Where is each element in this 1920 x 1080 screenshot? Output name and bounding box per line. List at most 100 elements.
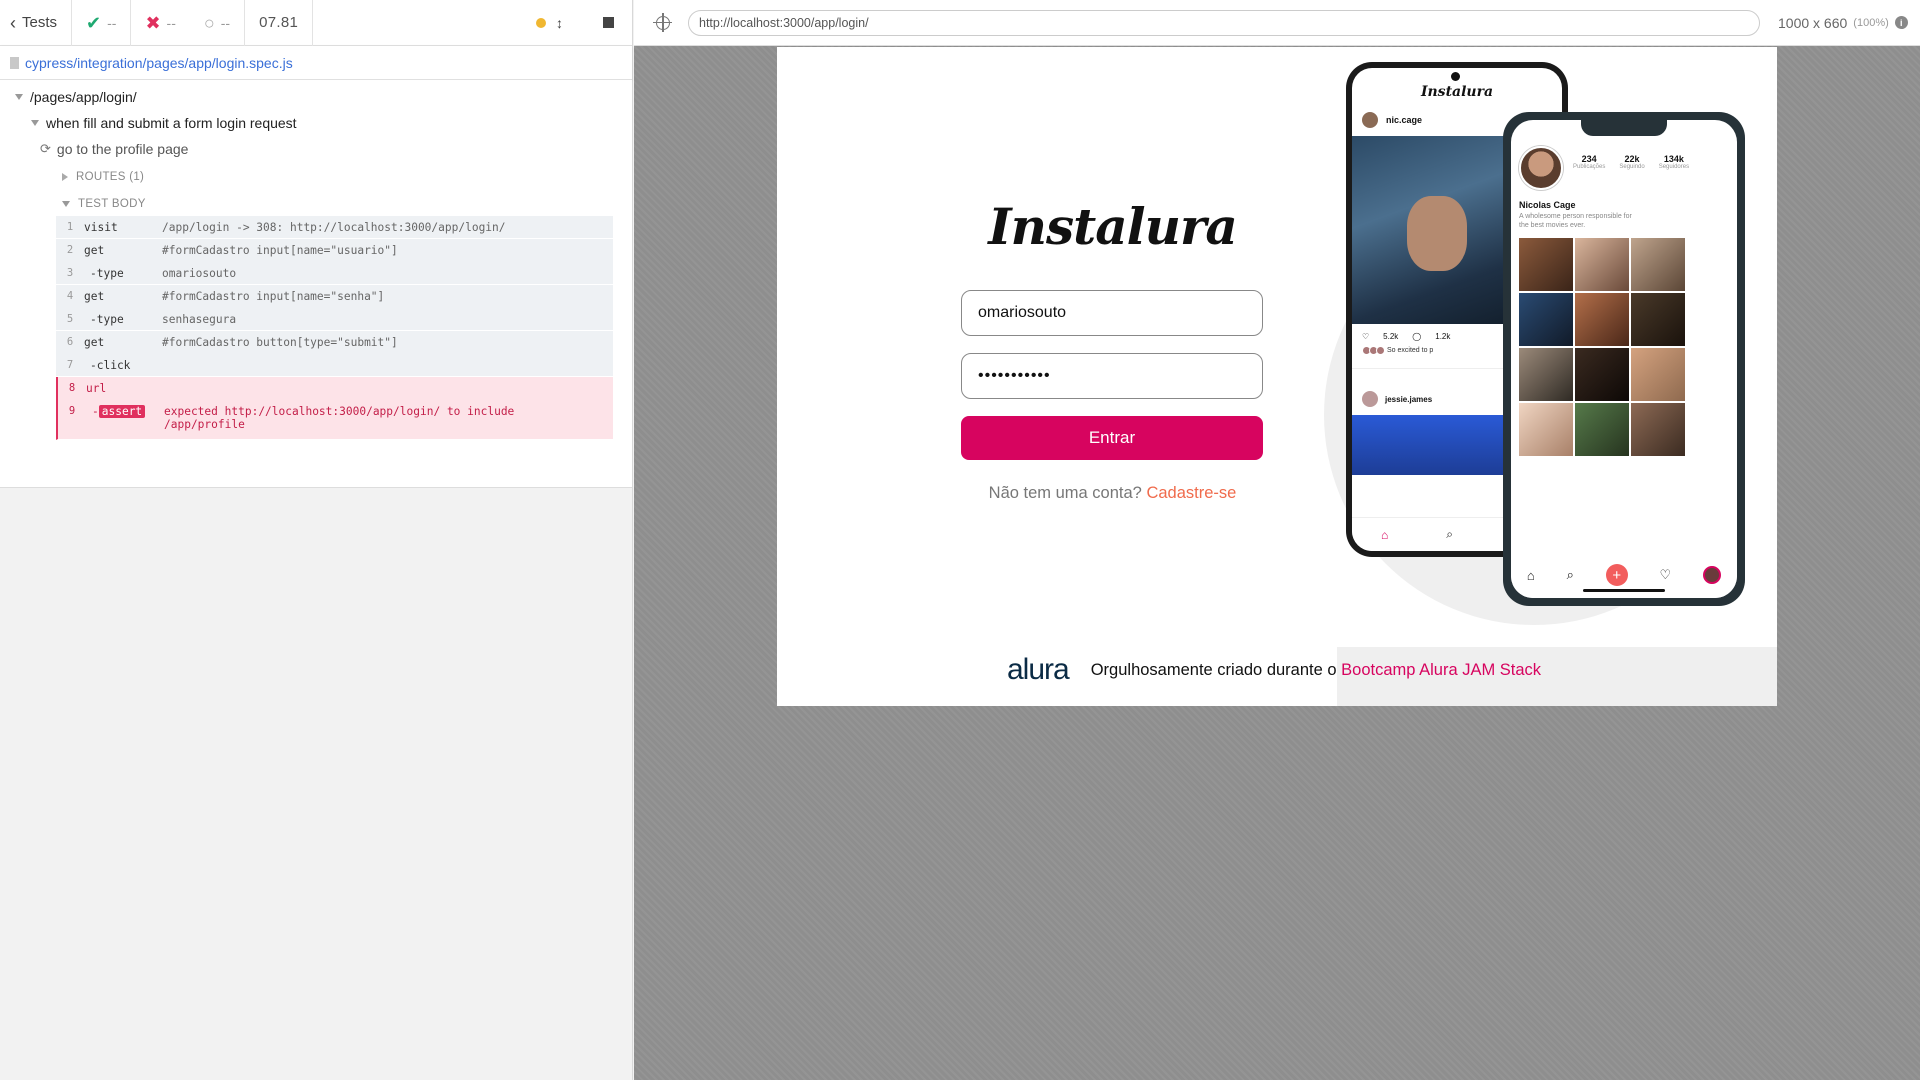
avatar xyxy=(1362,391,1378,407)
heart-icon: ♡ xyxy=(1659,567,1672,582)
command-name: url xyxy=(86,382,107,395)
failed-count: -- xyxy=(166,14,176,31)
reporter-header: ‹ Tests ✔ -- ✖ -- ○ -- 07.81 ↕ xyxy=(0,0,632,46)
command-name: -type xyxy=(90,267,124,280)
assert-message: expected http://localhost:3000/app/login… xyxy=(164,405,613,431)
pending-count: -- xyxy=(220,14,231,31)
test-item[interactable]: ⟳ go to the profile page xyxy=(0,136,632,162)
command-row[interactable]: 4 get #formCadastro input[name="senha"] xyxy=(56,285,613,308)
check-icon: ✔ xyxy=(86,12,102,33)
grid-photo xyxy=(1519,348,1573,402)
grid-photo xyxy=(1631,238,1685,292)
info-icon[interactable]: i xyxy=(1894,16,1908,29)
test-title: go to the profile page xyxy=(56,141,189,157)
command-name: -type xyxy=(90,313,124,326)
command-number: 5 xyxy=(66,313,74,325)
test-body-section[interactable]: TEST BODY xyxy=(0,192,632,216)
avatar xyxy=(1362,112,1378,128)
grid-photo xyxy=(1631,403,1685,457)
circle-icon: ○ xyxy=(203,12,215,33)
caret-down-icon xyxy=(31,120,39,126)
assert-include-label: to include xyxy=(446,405,515,418)
pending-stat[interactable]: ○ -- xyxy=(190,0,246,46)
command-row[interactable]: 3 -type omariosouto xyxy=(56,262,613,285)
passed-stat[interactable]: ✔ -- xyxy=(72,0,132,46)
footer-text: Orgulhosamente criado durante o Bootcamp… xyxy=(1091,661,1541,680)
command-name: get xyxy=(84,336,105,349)
command-message: #formCadastro input[name="senha"] xyxy=(162,290,385,303)
alura-logo: alura xyxy=(1007,653,1070,686)
home-icon: ⌂ xyxy=(1526,567,1535,583)
grid-photo xyxy=(1575,348,1629,402)
assert-badge: assert xyxy=(98,405,146,418)
runnable-tree: /pages/app/login/ when fill and submit a… xyxy=(0,80,632,488)
phone-notch xyxy=(1581,120,1667,136)
command-message: senhasegura xyxy=(162,313,237,326)
signup-prompt-text: Não tem uma conta? xyxy=(988,484,1142,502)
spec-path-link[interactable]: cypress/integration/pages/app/login.spec… xyxy=(25,55,293,71)
password-input[interactable]: ••••••••••• xyxy=(961,353,1263,399)
grid-photo xyxy=(1519,293,1573,347)
username-input[interactable]: omariosouto xyxy=(961,290,1263,336)
selector-playground-icon[interactable] xyxy=(653,12,672,32)
caption-text: So excited to p xyxy=(1387,347,1434,354)
duration: 07.81 xyxy=(245,0,314,46)
grid-photo xyxy=(1519,238,1573,292)
grid-photo xyxy=(1519,403,1573,457)
stat-posts: 234 Publicações xyxy=(1573,154,1606,170)
stat-following: 22k Seguindo xyxy=(1619,154,1645,170)
command-number: 8 xyxy=(68,382,76,394)
command-log: 1 visit /app/login -> 308: http://localh… xyxy=(56,216,613,440)
bootcamp-link[interactable]: Bootcamp Alura JAM Stack xyxy=(1341,661,1541,679)
file-icon xyxy=(10,56,19,69)
comment-icon: ◯ xyxy=(1412,332,1422,341)
search-icon: ⌕ xyxy=(1446,527,1453,541)
suite-root[interactable]: /pages/app/login/ xyxy=(0,84,632,110)
grid-photo xyxy=(1575,238,1629,292)
profile-stats: 234 Publicações 22k Seguindo 134k Seguid… xyxy=(1573,146,1689,170)
suite-child[interactable]: when fill and submit a form login reques… xyxy=(0,110,632,136)
passed-count: -- xyxy=(107,14,117,31)
command-row[interactable]: 6 get #formCadastro button[type="submit"… xyxy=(56,331,613,354)
command-number: 1 xyxy=(66,221,74,233)
camera-icon xyxy=(1451,72,1460,81)
url-bar[interactable]: http://localhost:3000/app/login/ xyxy=(688,9,1760,36)
command-message: omariosouto xyxy=(162,267,237,280)
command-name: get xyxy=(84,290,105,303)
command-number: 7 xyxy=(66,359,74,371)
signup-link[interactable]: Cadastre-se xyxy=(1146,484,1236,502)
grid-photo xyxy=(1575,403,1629,457)
tests-button[interactable]: ‹ Tests xyxy=(0,0,73,46)
command-row[interactable]: 7 -click xyxy=(56,354,613,377)
viewport-info: 1000 x 660 (100%) i xyxy=(1778,15,1908,31)
command-row[interactable]: 2 get #formCadastro input[name="usuario"… xyxy=(56,239,613,262)
routes-section[interactable]: ROUTES (1) xyxy=(0,162,632,192)
command-row[interactable]: 1 visit /app/login -> 308: http://localh… xyxy=(56,216,613,239)
running-indicator-icon xyxy=(536,17,546,28)
tests-label: Tests xyxy=(22,14,58,31)
command-row-assert[interactable]: 9 - assert expected http://localhost:3000… xyxy=(56,400,613,440)
aut-header: http://localhost:3000/app/login/ 1000 x … xyxy=(634,0,1920,46)
instalura-logo: Instalura xyxy=(988,197,1237,256)
login-form: Instalura omariosouto ••••••••••• Entrar… xyxy=(961,197,1264,503)
failed-stat[interactable]: ✖ -- xyxy=(131,0,189,46)
search-icon: ⌕ xyxy=(1566,567,1574,582)
chevron-left-icon: ‹ xyxy=(10,12,16,33)
stat-followers: 134k Seguidores xyxy=(1658,154,1690,170)
assert-expected-label: expected xyxy=(164,405,218,418)
command-number: 9 xyxy=(68,405,76,417)
command-row-failed[interactable]: 8 url xyxy=(56,377,613,400)
refresh-icon: ⟳ xyxy=(40,141,51,156)
profile-avatar xyxy=(1519,146,1563,190)
scroll-toggle-icon[interactable]: ↕ xyxy=(556,15,563,31)
assert-target: /app/profile xyxy=(164,418,245,431)
aut-panel: http://localhost:3000/app/login/ 1000 x … xyxy=(634,0,1920,1080)
profile-avatar-icon xyxy=(1703,566,1722,584)
submit-button[interactable]: Entrar xyxy=(961,416,1263,460)
profile-name: Nicolas Cage xyxy=(1519,200,1576,210)
command-number: 3 xyxy=(66,267,74,279)
comments-count: 1.2k xyxy=(1435,332,1451,341)
command-row[interactable]: 5 -type senhasegura xyxy=(56,308,613,331)
stop-icon[interactable] xyxy=(603,17,614,28)
spec-path-bar: cypress/integration/pages/app/login.spec… xyxy=(0,46,632,80)
